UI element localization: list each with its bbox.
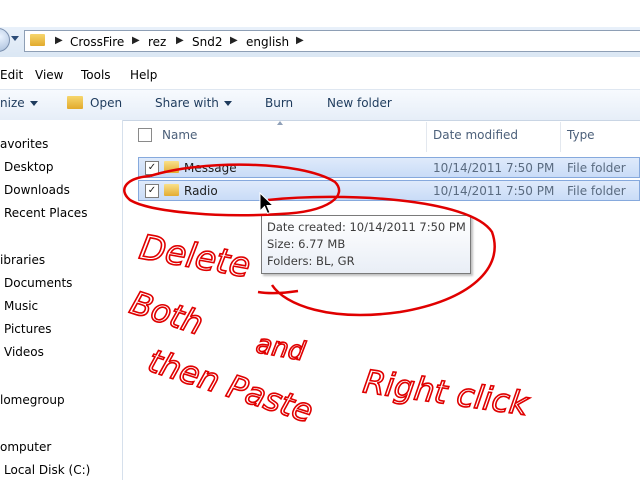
annotation-circle-radio xyxy=(123,163,341,217)
annotation-delete: Delete xyxy=(136,227,253,286)
annotation-right-click: Right click xyxy=(361,362,532,423)
annotation-circle-tooltip xyxy=(267,195,496,317)
annotation-and: and xyxy=(254,329,308,367)
annotation-both: Both xyxy=(126,283,208,342)
annotation-words: DeleteBothandRight clickthen Paste xyxy=(125,227,533,432)
annotation-overlay: DeleteBothandRight clickthen Paste xyxy=(123,163,533,432)
mouse-cursor-icon xyxy=(259,192,275,215)
